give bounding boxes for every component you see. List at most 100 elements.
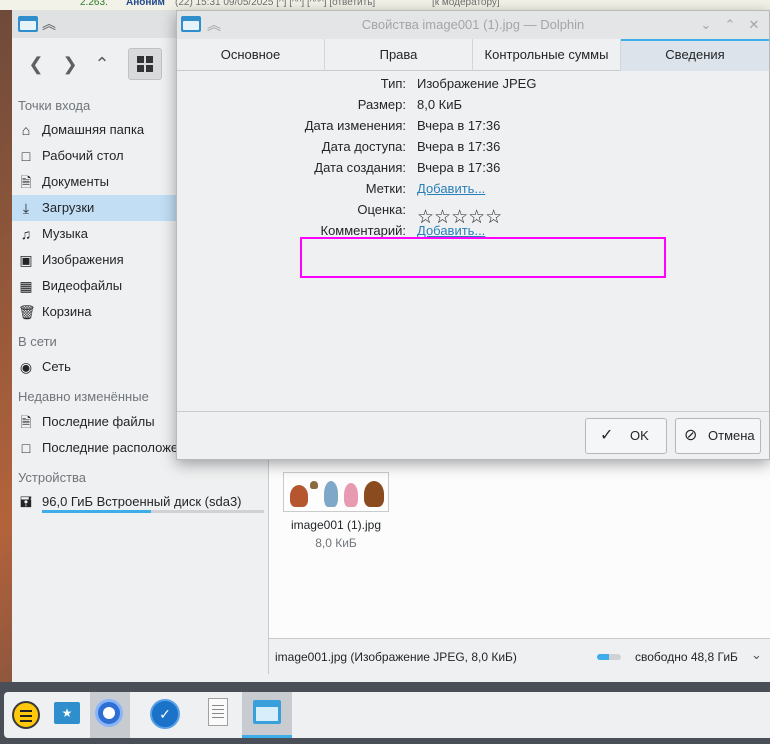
place-music-label: Музыка xyxy=(42,226,88,241)
dialog-footer: ✓ OK ⊘ Отмена xyxy=(177,411,769,459)
comment-number: 2.263. xyxy=(80,0,108,8)
tab-general[interactable]: Основное xyxy=(177,39,325,71)
taskbar: ★ ✓ xyxy=(0,682,770,744)
cancel-icon: ⊘ xyxy=(684,427,698,444)
place-videos-label: Видеофайлы xyxy=(42,278,123,293)
section-network: В сети xyxy=(18,334,57,349)
place-disk-sda3[interactable]: 🖬 96,0 ГиБ Встроенный диск (sda3) xyxy=(12,489,268,519)
chevron-down-icon[interactable]: ⌄ xyxy=(751,647,762,663)
modified-value: Вчера в 17:36 xyxy=(417,118,501,133)
place-pictures-label: Изображения xyxy=(42,252,124,267)
ok-button-label: OK xyxy=(630,428,649,443)
place-trash-label: Корзина xyxy=(42,304,92,319)
task-file-manager-pinned[interactable]: ★ xyxy=(46,692,86,738)
task-dolphin[interactable] xyxy=(242,692,292,738)
modified-label: Дата изменения: xyxy=(304,118,406,133)
cancel-button[interactable]: ⊘ Отмена xyxy=(675,418,761,454)
dialog-tabs: Основное Права Контрольные суммы Сведени… xyxy=(177,39,769,71)
video-icon: ▦ xyxy=(19,278,33,294)
image-icon: ▣ xyxy=(19,252,33,268)
created-label: Дата создания: xyxy=(314,160,406,175)
type-label: Тип: xyxy=(380,76,406,91)
keep-above-icon[interactable]: ︽ xyxy=(42,14,56,34)
disk-icon: 🖬 xyxy=(20,494,32,510)
place-recent-locations-label: Последние расположе xyxy=(42,440,179,455)
place-recent-files-label: Последние файлы xyxy=(42,414,155,429)
created-value: Вчера в 17:36 xyxy=(417,160,501,175)
type-value: Изображение JPEG xyxy=(417,76,537,91)
rating-label: Оценка: xyxy=(357,202,406,217)
thunderbird-icon: ✓ xyxy=(150,699,180,729)
application-launcher[interactable] xyxy=(6,692,46,738)
file-item[interactable]: image001 (1).jpg 8,0 КиБ xyxy=(283,472,389,562)
place-disk-label: 96,0 ГиБ Встроенный диск (sda3) xyxy=(42,494,242,509)
file-thumbnail xyxy=(283,472,389,512)
task-text-editor[interactable] xyxy=(198,692,238,738)
background-browser-strip: 2.263. Аноним (22) 15:31 09/05/2025 [^] … xyxy=(0,0,770,10)
active-indicator xyxy=(242,735,292,738)
task-thunderbird[interactable]: ✓ xyxy=(144,692,184,738)
forward-button[interactable]: ❯ xyxy=(56,50,84,78)
trash-icon: 🗑 xyxy=(18,304,36,320)
free-space-text[interactable]: свободно 48,8 ГиБ xyxy=(635,650,738,664)
place-downloads-label: Загрузки xyxy=(42,200,95,215)
file-name: image001 (1).jpg xyxy=(290,518,382,532)
free-space-bar xyxy=(597,654,621,660)
taskbar-panel: ★ ✓ xyxy=(4,692,770,738)
tab-details[interactable]: Сведения xyxy=(621,39,769,71)
cancel-button-label: Отмена xyxy=(708,428,755,443)
section-recent: Недавно изменённые xyxy=(18,389,149,404)
comment-author: Аноним xyxy=(126,0,165,8)
comment-meta: (22) 15:31 09/05/2025 [^] [^^] [^^^] [от… xyxy=(175,0,376,8)
network-icon: ◉ xyxy=(19,359,33,375)
recent-locations-icon: □ xyxy=(21,440,31,456)
add-tags-link[interactable]: Добавить... xyxy=(417,181,485,196)
chromium-icon xyxy=(95,699,123,727)
place-network-label: Сеть xyxy=(42,359,71,374)
disk-usage-fill xyxy=(42,510,151,513)
free-space-fill xyxy=(597,654,609,660)
place-documents-label: Документы xyxy=(42,174,110,189)
status-text: image001.jpg (Изображение JPEG, 8,0 КиБ) xyxy=(275,650,517,664)
documents-icon: 🗎 xyxy=(20,174,32,190)
up-button[interactable]: ⌃ xyxy=(88,50,116,78)
file-size: 8,0 КиБ xyxy=(315,536,357,550)
recent-files-icon: 🗎 xyxy=(20,414,32,430)
comment-label: Комментарий: xyxy=(320,223,407,238)
document-icon xyxy=(208,698,228,726)
close-icon[interactable]: ✕ xyxy=(745,16,763,34)
menu-icon xyxy=(12,701,40,729)
section-entry-points: Точки входа xyxy=(18,98,91,113)
download-icon: ⤓ xyxy=(22,200,30,216)
disk-usage-bar xyxy=(42,510,264,513)
folder-star-icon: ★ xyxy=(54,702,80,724)
maximize-icon[interactable]: ⌃ xyxy=(721,16,739,34)
highlighted-region xyxy=(300,237,666,278)
check-icon: ✓ xyxy=(600,427,614,444)
desktop-icon: □ xyxy=(21,148,31,164)
grid-view-icon xyxy=(137,56,153,72)
accessed-value: Вчера в 17:36 xyxy=(417,139,501,154)
home-icon: ⌂ xyxy=(21,122,31,138)
place-desktop-label: Рабочий стол xyxy=(42,148,124,163)
back-button[interactable]: ❮ xyxy=(22,50,50,78)
dialog-title: Свойства image001 (1).jpg — Dolphin xyxy=(361,17,585,32)
music-icon: ♫ xyxy=(20,226,32,242)
icons-view-button[interactable] xyxy=(128,48,162,80)
minimize-icon[interactable]: ⌄ xyxy=(697,16,715,34)
section-devices: Устройства xyxy=(18,470,87,485)
moderator-link: [к модератору] xyxy=(432,0,500,8)
accessed-label: Дата доступа: xyxy=(321,139,406,154)
task-chromium[interactable] xyxy=(90,692,130,738)
details-panel: Тип: Изображение JPEG Размер: 8,0 КиБ Да… xyxy=(177,71,769,411)
tab-checksums[interactable]: Контрольные суммы xyxy=(473,39,621,71)
add-comment-link[interactable]: Добавить... xyxy=(417,223,485,238)
size-value: 8,0 КиБ xyxy=(417,97,463,112)
dialog-titlebar: ︽ Свойства image001 (1).jpg — Dolphin ⌄ … xyxy=(177,11,769,39)
dolphin-icon xyxy=(253,700,281,724)
tags-label: Метки: xyxy=(365,181,406,196)
ok-button[interactable]: ✓ OK xyxy=(585,418,667,454)
properties-dialog: ︽ Свойства image001 (1).jpg — Dolphin ⌄ … xyxy=(176,10,770,460)
status-bar: image001.jpg (Изображение JPEG, 8,0 КиБ)… xyxy=(268,638,770,674)
tab-permissions[interactable]: Права xyxy=(325,39,473,71)
